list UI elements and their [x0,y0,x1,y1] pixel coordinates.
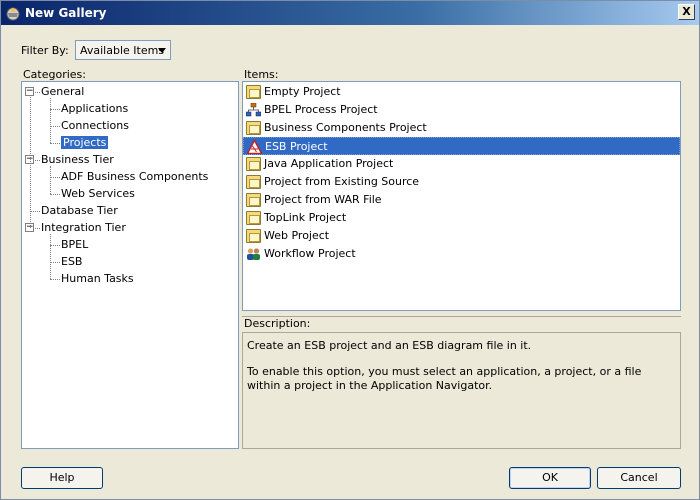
tree-node-label: Integration Tier [41,221,126,234]
item-label: Workflow Project [264,247,356,260]
tree-connector [50,234,51,279]
item-label: Project from Existing Source [264,175,420,188]
tree-node-applications[interactable]: Applications [61,101,128,116]
folder-icon [246,193,261,207]
help-button-label: Help [49,471,75,484]
tree-node-integration-tier[interactable]: Integration Tier [41,220,126,235]
tree-node-label: ADF Business Components [61,170,209,183]
tree-connector [35,228,40,229]
item-business-components-project[interactable]: Business Components Project [243,119,680,137]
item-label: TopLink Project [264,211,347,224]
tree-node-business-tier[interactable]: Business Tier [41,152,114,167]
tree-connector [50,177,60,178]
tree-node-label: Database Tier [41,204,118,217]
filter-dropdown[interactable]: Available Items [75,40,171,60]
tree-node-projects[interactable]: Projects [61,135,109,150]
filter-selected-value: Available Items [80,44,165,57]
item-bpel-process-project[interactable]: BPEL Process Project [243,101,680,119]
description-text: Create an ESB project and an ESB diagram… [247,339,532,352]
gallery-icon [6,7,20,21]
tree-connector [50,109,60,110]
folder-icon [246,211,261,225]
esb-icon [247,140,262,154]
close-button[interactable]: X [678,4,695,20]
description-note: To enable this option, you must select a… [247,365,642,392]
window-title: New Gallery [25,6,107,20]
tree-connector [50,279,60,280]
tree-node-database-tier[interactable]: Database Tier [41,203,118,218]
item-workflow-project[interactable]: Workflow Project [243,245,680,263]
item-label: Java Application Project [264,157,394,170]
item-project-from-war-file[interactable]: Project from WAR File [243,191,680,209]
workflow-icon [247,248,260,260]
ok-button-label: OK [542,471,558,484]
categories-tree[interactable]: General − Applications Connections Projects B… [21,81,239,449]
folder-icon [246,85,261,99]
tree-node-adf-business-components[interactable]: ADF Business Components [61,169,208,184]
tree-node-label: Web Services [61,187,135,200]
item-toplink-project[interactable]: TopLink Project [243,209,680,227]
tree-node-human-tasks[interactable]: Human Tasks [61,271,134,286]
items-label: Items: [244,68,279,81]
collapse-icon[interactable]: − [25,87,34,96]
tree-node-label: Business Tier [41,153,114,166]
cancel-button-label: Cancel [620,471,658,484]
item-label: Web Project [264,229,330,242]
folder-icon [246,175,261,189]
cancel-button[interactable]: Cancel [597,467,681,489]
tree-node-label: General [41,85,85,98]
item-web-project[interactable]: Web Project [243,227,680,245]
item-java-application-project[interactable]: Java Application Project [243,155,680,173]
tree-connector [50,245,60,246]
item-label: Empty Project [264,85,341,98]
folder-icon [246,121,261,135]
folder-icon [246,229,261,243]
tree-connector [35,92,40,93]
tree-connector [35,160,40,161]
tree-node-connections[interactable]: Connections [61,118,129,133]
description-panel: Create an ESB project and an ESB diagram… [242,332,681,449]
tree-connector [30,211,40,212]
ok-button[interactable]: OK [509,467,591,489]
tree-connector [50,126,60,127]
tree-node-label: Projects [61,136,109,149]
tree-connector [50,194,60,195]
item-esb-project[interactable]: ESB Project [243,137,680,155]
tree-connector [50,98,51,143]
item-project-from-existing-source[interactable]: Project from Existing Source [243,173,680,191]
tree-connector [50,166,51,194]
item-label: Business Components Project [264,121,427,134]
tree-node-label: ESB [61,255,83,268]
tree-node-general[interactable]: General [41,84,84,99]
item-label: Project from WAR File [264,193,382,206]
folder-icon [246,157,261,171]
tree-node-bpel[interactable]: BPEL [61,237,88,252]
tree-node-label: Applications [61,102,129,115]
tree-connector [30,97,31,228]
chevron-down-icon [158,48,166,53]
help-button[interactable]: Help [21,467,103,489]
item-label: ESB Project [265,140,328,153]
tree-node-web-services[interactable]: Web Services [61,186,135,201]
tree-node-label: Connections [61,119,129,132]
items-list[interactable]: Empty Project BPEL Process Project Busines… [242,81,681,311]
tree-node-esb[interactable]: ESB [61,254,82,269]
tree-connector [50,262,60,263]
title-bar[interactable]: New Gallery X [1,1,699,25]
filter-label: Filter By: [21,44,69,57]
item-empty-project[interactable]: Empty Project [243,83,680,101]
tree-node-label: Human Tasks [61,272,134,285]
description-label: Description: [242,316,681,331]
tree-node-label: BPEL [61,238,89,251]
categories-label: Categories: [23,68,86,81]
tree-connector [50,143,60,144]
bpel-icon [246,103,261,117]
item-label: BPEL Process Project [264,103,378,116]
new-gallery-dialog: New Gallery X Filter By: Available Items… [0,0,700,500]
